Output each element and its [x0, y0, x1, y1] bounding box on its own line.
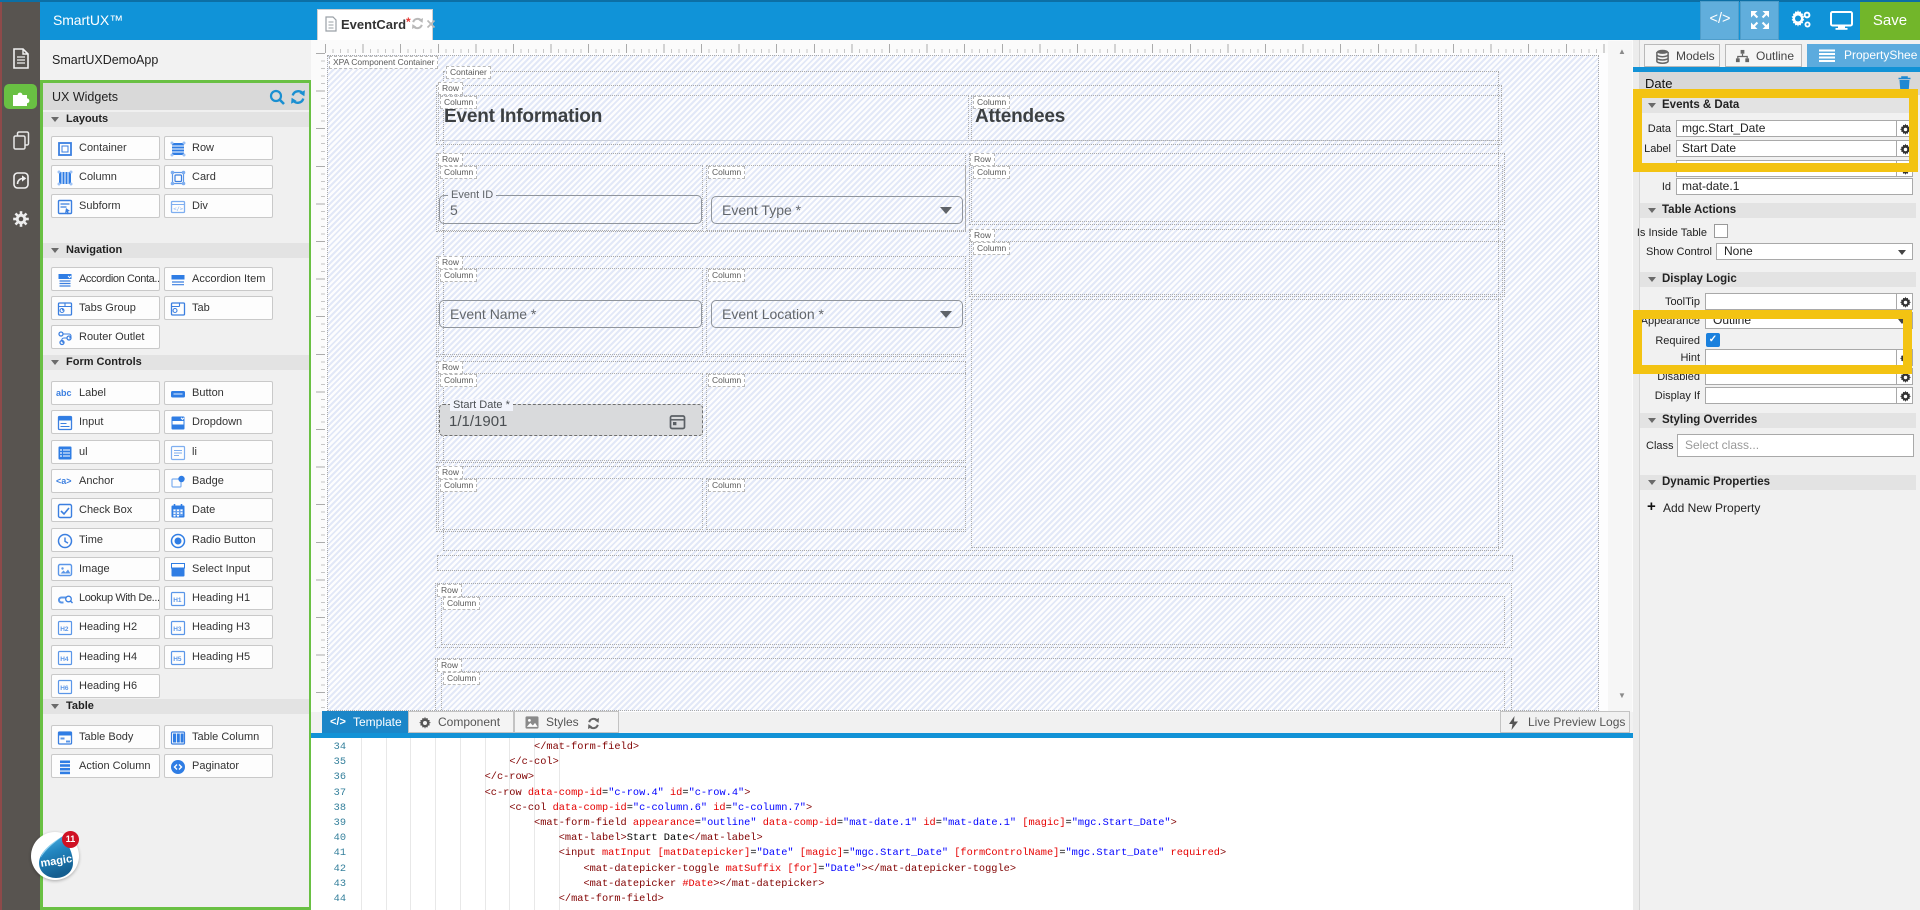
svg-text:</>: </>: [173, 207, 184, 213]
svg-text:H3: H3: [173, 626, 182, 633]
svg-text:H4: H4: [60, 656, 69, 663]
svg-text:H2: H2: [60, 626, 69, 633]
svg-text:H1: H1: [173, 597, 182, 604]
svg-text:H5: H5: [173, 656, 182, 663]
svg-text:H6: H6: [60, 685, 69, 692]
